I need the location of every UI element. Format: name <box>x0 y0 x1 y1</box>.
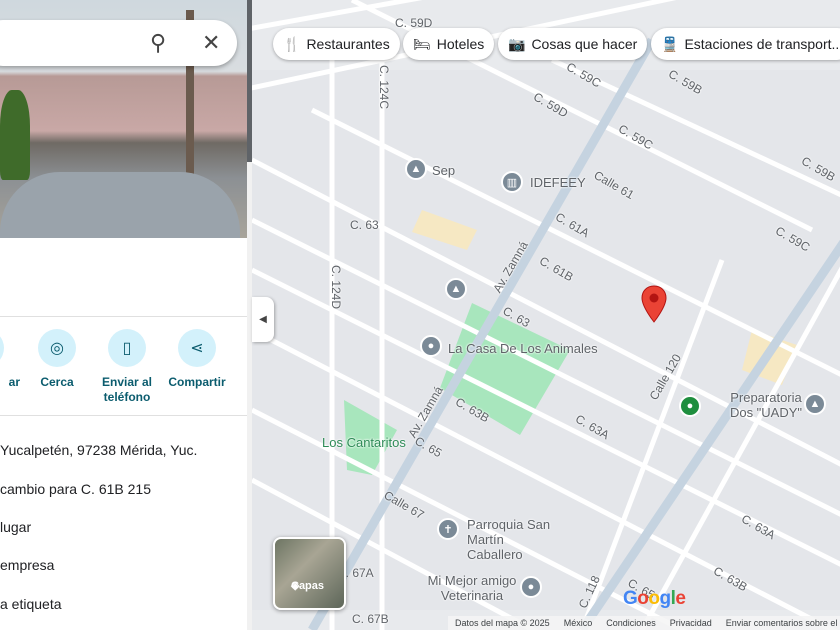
share-icon: ⋖ <box>178 329 216 367</box>
share-button[interactable]: ⋖ Compartir <box>162 329 232 390</box>
chip-restaurants[interactable]: 🍴 Restaurantes <box>273 28 400 60</box>
place-panel: ⚲ ✕ ➤ar ◎Cerca ▯Enviar al teléfono ⋖Comp… <box>0 0 247 630</box>
map-data-text: Datos del mapa © 2025 <box>455 618 550 628</box>
school-pin-icon[interactable]: ▲ <box>804 393 826 415</box>
search-box[interactable]: ⚲ ✕ <box>0 20 237 66</box>
search-icon[interactable]: ⚲ <box>150 30 166 56</box>
plus-code-row[interactable]: cambio para C. 61B 215 <box>0 481 151 497</box>
chip-things-to-do[interactable]: 📷 Cosas que hacer <box>498 28 648 60</box>
map-footer: Datos del mapa © 2025 México Condiciones… <box>448 616 840 630</box>
transit-pin-icon[interactable]: ● <box>679 395 701 417</box>
chip-transit[interactable]: 🚆 Estaciones de transport... <box>651 28 840 60</box>
collapse-panel-button[interactable]: ◀ <box>252 297 274 342</box>
phone-icon: ▯ <box>108 329 146 367</box>
poi-idefeey[interactable]: IDEFEEY <box>530 175 586 190</box>
place-pin-icon[interactable]: ● <box>520 576 542 598</box>
chip-hotels[interactable]: 🛏 Hoteles <box>403 28 495 60</box>
feedback-link[interactable]: Enviar comentarios sobre el producto <box>726 618 840 628</box>
hotel-icon: 🛏 <box>413 35 431 52</box>
nearby-icon: ◎ <box>38 329 76 367</box>
nearby-button[interactable]: ◎ Cerca <box>22 329 92 390</box>
government-pin-icon[interactable]: ▥ <box>501 171 523 193</box>
street-label: C. 124C <box>377 64 392 110</box>
poi-preparatoria[interactable]: Preparatoria Dos "UADY" <box>726 390 806 420</box>
poi-casa-animales[interactable]: La Casa De Los Animales <box>448 341 598 356</box>
google-logo: Google <box>623 588 686 609</box>
layers-button[interactable]: ◈ Capas <box>273 537 346 610</box>
poi-parroquia[interactable]: Parroquia San Martín Caballero <box>467 517 562 562</box>
church-pin-icon[interactable]: ✝ <box>437 518 459 540</box>
restaurant-icon: 🍴 <box>283 35 301 52</box>
place-pin-icon[interactable]: ● <box>420 335 442 357</box>
address-row[interactable]: Yucalpetén, 97238 Mérida, Yuc. <box>0 442 197 458</box>
send-to-phone-button[interactable]: ▯ Enviar al teléfono <box>92 329 162 405</box>
camera-icon: 📷 <box>508 35 526 52</box>
street-label: C. 67B <box>352 612 389 626</box>
terms-link[interactable]: Condiciones <box>606 618 656 628</box>
location-marker-icon[interactable] <box>641 285 667 323</box>
poi-veterinaria[interactable]: Mi Mejor amigo Veterinaria <box>422 573 522 603</box>
action-bar: ➤ar ◎Cerca ▯Enviar al teléfono ⋖Comparti… <box>0 316 247 416</box>
add-place-row[interactable]: lugar <box>0 519 31 535</box>
poi-sep[interactable]: Sep <box>432 163 455 178</box>
school-pin-icon[interactable]: ▲ <box>405 158 427 180</box>
chevron-left-icon: ◀ <box>259 314 267 325</box>
add-label-row[interactable]: a etiqueta <box>0 596 62 612</box>
poi-cantaritos[interactable]: Los Cantaritos <box>322 435 406 450</box>
street-label: C. 124D <box>329 264 344 310</box>
privacy-link[interactable]: Privacidad <box>670 618 712 628</box>
close-icon[interactable]: ✕ <box>202 30 220 56</box>
add-business-row[interactable]: empresa <box>0 557 54 573</box>
school-pin-icon[interactable]: ▲ <box>445 278 467 300</box>
map-canvas[interactable]: C. 59D C. 59C C. 59D C. 59B C. 59C Calle… <box>252 0 840 630</box>
route-icon: ➤ <box>0 329 4 367</box>
train-icon: 🚆 <box>661 35 679 52</box>
street-label: C. 63 <box>350 218 379 232</box>
directions-button[interactable]: ➤ar <box>0 329 20 390</box>
country-link[interactable]: México <box>564 618 593 628</box>
